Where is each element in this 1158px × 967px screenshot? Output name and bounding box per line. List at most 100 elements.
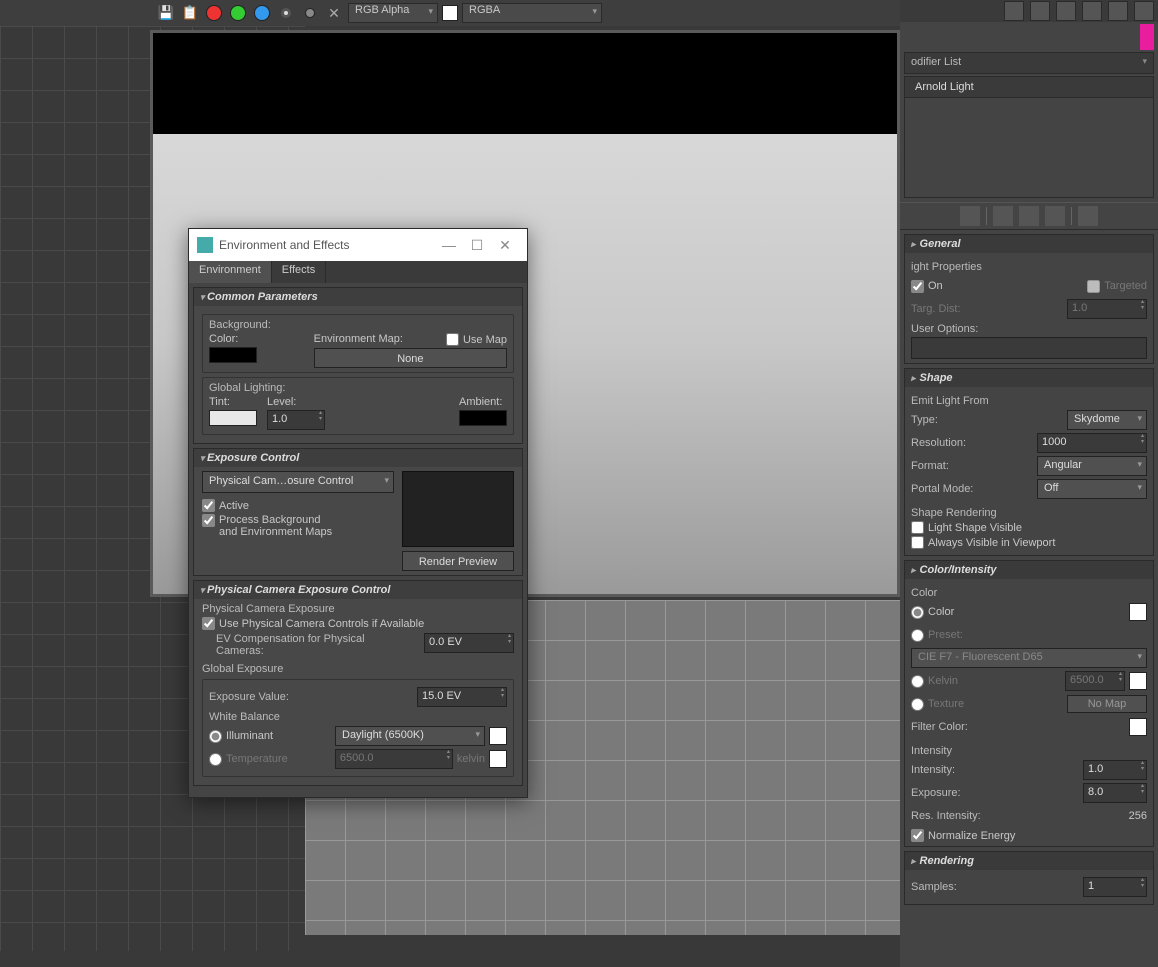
intensity-header-label: Intensity: [911, 745, 1147, 757]
physical-camera-exposure-header[interactable]: Physical Camera Exposure Control: [194, 581, 522, 599]
global-exposure-label: Global Exposure: [202, 663, 514, 675]
modifier-stack: [904, 98, 1154, 198]
env-map-button[interactable]: None: [314, 348, 507, 368]
tint-swatch[interactable]: [209, 410, 257, 426]
command-panel-tabs: [900, 0, 1158, 22]
targeted-checkbox[interactable]: Targeted: [1087, 280, 1147, 293]
mono-channel-icon[interactable]: [300, 3, 320, 23]
texture-map-button[interactable]: No Map: [1067, 695, 1147, 713]
exposure-value-spinner[interactable]: 15.0 EV: [417, 687, 507, 707]
tint-label: Tint:: [209, 396, 257, 408]
minimize-icon[interactable]: —: [435, 233, 463, 257]
preset-dropdown[interactable]: CIE F7 - Fluorescent D65: [911, 648, 1147, 668]
make-unique-icon[interactable]: [1019, 206, 1039, 226]
exposure-control-dropdown[interactable]: Physical Cam…osure Control: [202, 471, 394, 493]
modifier-list-dropdown[interactable]: odifier List: [904, 52, 1154, 74]
dialog-tabs: Environment Effects: [189, 261, 527, 283]
illuminant-radio[interactable]: Illuminant: [209, 730, 273, 743]
rollout-physical-camera-exposure: Physical Camera Exposure Control Physica…: [193, 580, 523, 786]
color-swatch[interactable]: [1129, 603, 1147, 621]
portal-mode-dropdown[interactable]: Off: [1037, 479, 1147, 499]
white-balance-label: White Balance: [209, 711, 507, 723]
channel-dropdown[interactable]: RGB Alpha: [348, 3, 438, 23]
format-dropdown[interactable]: RGBA: [462, 3, 602, 23]
rollout-rendering: Rendering Samples: 1: [904, 851, 1154, 905]
rollout-shape: Shape Emit Light From Type:Skydome Resol…: [904, 368, 1154, 556]
format-dropdown[interactable]: Angular: [1037, 456, 1147, 476]
red-channel-icon[interactable]: [204, 3, 224, 23]
display-tab-icon[interactable]: [1108, 1, 1128, 21]
configure-sets-icon[interactable]: [1078, 206, 1098, 226]
blue-channel-icon[interactable]: [252, 3, 272, 23]
resolution-spinner[interactable]: 1000: [1037, 433, 1147, 453]
close-icon[interactable]: ✕: [324, 3, 344, 23]
filter-color-swatch[interactable]: [1129, 718, 1147, 736]
ev-compensation-spinner[interactable]: 0.0 EV: [424, 633, 514, 653]
utilities-tab-icon[interactable]: [1134, 1, 1154, 21]
resolution-label: Resolution:: [911, 437, 966, 449]
intensity-spinner[interactable]: 1.0: [1083, 760, 1147, 780]
rollout-shape-header[interactable]: Shape: [905, 369, 1153, 387]
texture-radio[interactable]: Texture: [911, 698, 964, 711]
temperature-spinner: 6500.0: [335, 749, 453, 769]
copy-icon[interactable]: 📋: [180, 3, 200, 23]
remove-modifier-icon[interactable]: [1045, 206, 1065, 226]
process-background-checkbox[interactable]: Process Background and Environment Maps: [202, 514, 394, 538]
alpha-channel-icon[interactable]: [276, 3, 296, 23]
normalize-energy-checkbox[interactable]: Normalize Energy: [911, 829, 1147, 842]
pin-stack-icon[interactable]: [960, 206, 980, 226]
illuminant-dropdown[interactable]: Daylight (6500K): [335, 726, 485, 746]
user-options-input[interactable]: [911, 337, 1147, 359]
kelvin-swatch[interactable]: [1129, 672, 1147, 690]
format-label: Format:: [911, 460, 949, 472]
samples-label: Samples:: [911, 881, 957, 893]
kelvin-radio[interactable]: Kelvin: [911, 675, 958, 688]
temperature-swatch[interactable]: [489, 750, 507, 768]
exposure-control-header[interactable]: Exposure Control: [194, 449, 522, 467]
intensity-label: Intensity:: [911, 764, 955, 776]
dialog-title: Environment and Effects: [219, 238, 350, 252]
create-tab-icon[interactable]: [1004, 1, 1024, 21]
background-label: Background:: [209, 319, 507, 331]
common-parameters-header[interactable]: Common Parameters: [194, 288, 522, 306]
rollout-color-intensity-header[interactable]: Color/Intensity: [905, 561, 1153, 579]
type-dropdown[interactable]: Skydome: [1067, 410, 1147, 430]
dialog-titlebar[interactable]: Environment and Effects — ☐ ✕: [189, 229, 527, 261]
hierarchy-tab-icon[interactable]: [1056, 1, 1076, 21]
level-spinner[interactable]: 1.0: [267, 410, 325, 430]
green-channel-icon[interactable]: [228, 3, 248, 23]
rollout-rendering-header[interactable]: Rendering: [905, 852, 1153, 870]
motion-tab-icon[interactable]: [1082, 1, 1102, 21]
use-map-checkbox[interactable]: Use Map: [446, 333, 507, 346]
app-icon: [197, 237, 213, 253]
active-checkbox[interactable]: Active: [202, 499, 394, 512]
user-options-label: User Options:: [911, 323, 1147, 335]
filter-color-label: Filter Color:: [911, 721, 968, 733]
save-icon[interactable]: 💾: [156, 3, 176, 23]
rollout-general-header[interactable]: General: [905, 235, 1153, 253]
swatch-icon[interactable]: [442, 5, 458, 21]
bg-color-swatch[interactable]: [209, 347, 257, 363]
modify-tab-icon[interactable]: [1030, 1, 1050, 21]
light-shape-visible-checkbox[interactable]: Light Shape Visible: [911, 521, 1147, 534]
samples-spinner[interactable]: 1: [1083, 877, 1147, 897]
show-end-result-icon[interactable]: [993, 206, 1013, 226]
always-visible-checkbox[interactable]: Always Visible in Viewport: [911, 536, 1147, 549]
stack-item-arnold-light[interactable]: Arnold Light: [904, 76, 1154, 98]
ambient-swatch[interactable]: [459, 410, 507, 426]
preset-radio[interactable]: Preset:: [911, 629, 963, 642]
tab-environment[interactable]: Environment: [189, 261, 272, 283]
temperature-radio[interactable]: Temperature: [209, 753, 288, 766]
maximize-icon[interactable]: ☐: [463, 233, 491, 257]
close-dialog-icon[interactable]: ✕: [491, 233, 519, 257]
exposure-spinner[interactable]: 8.0: [1083, 783, 1147, 803]
physical-camera-exposure-label: Physical Camera Exposure: [202, 603, 514, 615]
use-physical-camera-checkbox[interactable]: Use Physical Camera Controls if Availabl…: [202, 617, 514, 630]
shape-rendering-label: Shape Rendering: [911, 507, 1147, 519]
tab-effects[interactable]: Effects: [272, 261, 326, 283]
illuminant-swatch[interactable]: [489, 727, 507, 745]
object-color-swatch[interactable]: [1140, 24, 1154, 50]
on-checkbox[interactable]: On: [911, 280, 943, 293]
color-radio[interactable]: Color: [911, 606, 954, 619]
render-preview-button[interactable]: Render Preview: [402, 551, 514, 571]
